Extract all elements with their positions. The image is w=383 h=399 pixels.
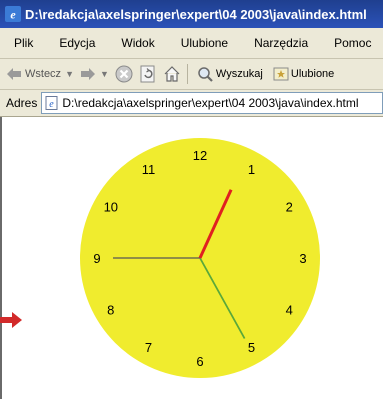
refresh-icon xyxy=(140,65,155,83)
page-icon: e xyxy=(45,96,58,110)
address-input[interactable]: e D:\redakcja\axelspringer\expert\04 200… xyxy=(41,92,383,114)
back-button[interactable]: Wstecz ▼ xyxy=(6,67,74,81)
page-left-border xyxy=(0,117,2,399)
clock-number-10: 10 xyxy=(104,200,118,215)
clock-number-12: 12 xyxy=(193,148,207,163)
favorites-label: Ulubione xyxy=(290,68,335,80)
red-arrow-icon xyxy=(0,312,22,328)
forward-dropdown-icon[interactable]: ▼ xyxy=(100,69,109,79)
menu-item-view[interactable]: Widok xyxy=(105,36,164,50)
browser-icon: e xyxy=(5,6,21,22)
menu-item-tools[interactable]: Narzędzia xyxy=(238,36,318,50)
menu-item-file[interactable]: Plik xyxy=(0,36,43,50)
page-content: 12 1 2 3 4 5 6 7 8 9 10 11 xyxy=(0,117,383,399)
clock-number-6: 6 xyxy=(196,354,203,369)
toolbar-separator xyxy=(186,64,188,84)
clock-number-11: 11 xyxy=(142,162,156,177)
back-arrow-icon xyxy=(7,68,21,80)
search-label: Wyszukaj xyxy=(215,68,263,80)
forward-arrow-icon xyxy=(80,68,95,80)
clock-number-3: 3 xyxy=(299,251,306,266)
favorites-icon xyxy=(273,67,289,81)
back-label: Wstecz xyxy=(25,68,62,80)
refresh-button[interactable] xyxy=(139,65,157,83)
menu-item-help[interactable]: Pomoc xyxy=(318,36,381,50)
toolbar: Wstecz ▼ ▼ Wyszukaj Ulubione xyxy=(0,59,383,90)
analog-clock: 121234567891011 xyxy=(80,138,320,378)
clock-number-9: 9 xyxy=(93,251,100,266)
back-dropdown-icon[interactable]: ▼ xyxy=(65,69,74,79)
clock-number-8: 8 xyxy=(107,303,114,318)
home-button[interactable] xyxy=(163,65,181,83)
menu-item-favorites[interactable]: Ulubione xyxy=(165,36,238,50)
clock-number-5: 5 xyxy=(248,340,255,355)
home-icon xyxy=(164,66,180,82)
search-button[interactable]: Wyszukaj xyxy=(196,65,263,83)
svg-text:e: e xyxy=(10,8,16,22)
svg-text:e: e xyxy=(50,99,55,110)
stop-icon xyxy=(115,65,133,83)
address-label: Adres xyxy=(6,96,38,110)
clock-number-7: 7 xyxy=(145,340,152,355)
stop-button[interactable] xyxy=(115,65,133,83)
window-title: D:\redakcja\axelspringer\expert\04 2003\… xyxy=(25,6,367,22)
clock-number-2: 2 xyxy=(286,200,293,215)
address-bar: Adres e D:\redakcja\axelspringer\expert\… xyxy=(0,90,383,117)
search-icon xyxy=(198,67,213,82)
menu-item-edit[interactable]: Edycja xyxy=(43,36,105,50)
forward-button[interactable]: ▼ xyxy=(80,67,109,81)
favorites-button[interactable]: Ulubione xyxy=(273,66,334,82)
address-value: D:\redakcja\axelspringer\expert\04 2003\… xyxy=(62,96,359,110)
menu-bar: Plik Edycja Widok Ulubione Narzędzia Pom… xyxy=(0,28,383,59)
title-bar: e D:\redakcja\axelspringer\expert\04 200… xyxy=(0,0,383,28)
clock-number-1: 1 xyxy=(248,162,255,177)
clock-number-4: 4 xyxy=(286,303,293,318)
